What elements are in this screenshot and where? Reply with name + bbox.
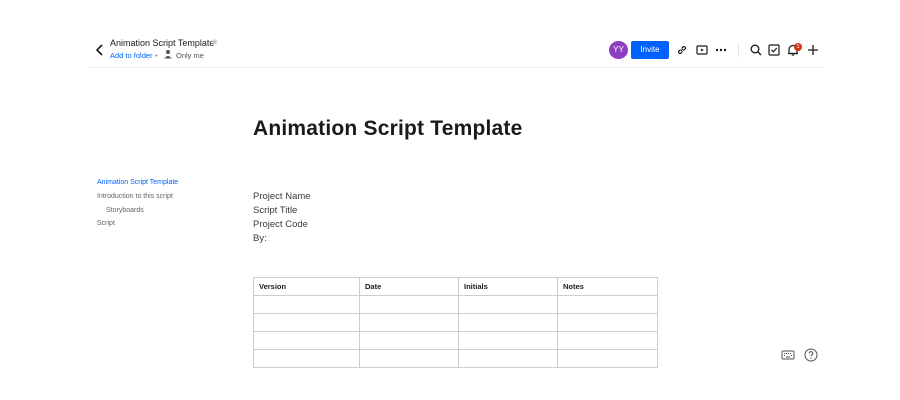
add-to-folder-link[interactable]: Add to folder <box>110 51 153 60</box>
project-code-line[interactable]: Project Code <box>253 219 308 230</box>
search-icon[interactable] <box>749 43 763 57</box>
toc-item-animation-script-template[interactable]: Animation Script Template <box>97 179 178 186</box>
table-row <box>253 349 658 368</box>
by-line[interactable]: By: <box>253 233 267 244</box>
table-cell[interactable] <box>253 349 360 368</box>
table-cell[interactable] <box>253 295 360 314</box>
invite-button[interactable]: Invite <box>631 41 669 59</box>
toc-item-introduction[interactable]: Introduction to this script <box>97 193 173 200</box>
table-header-row: Version Date Initials Notes <box>253 277 658 296</box>
meta-separator: • <box>155 51 158 60</box>
table-cell[interactable] <box>557 331 658 350</box>
avatar[interactable]: YY <box>609 41 628 59</box>
version-table: Version Date Initials Notes <box>253 277 658 368</box>
toc-item-script[interactable]: Script <box>97 220 115 227</box>
table-header-initials[interactable]: Initials <box>458 277 558 296</box>
table-header-version[interactable]: Version <box>253 277 360 296</box>
header-divider-line <box>90 67 822 68</box>
table-cell[interactable] <box>458 313 558 332</box>
table-header-notes[interactable]: Notes <box>557 277 658 296</box>
table-cell[interactable] <box>253 313 360 332</box>
document-title: Animation Script Template <box>110 38 215 48</box>
back-chevron-icon[interactable] <box>92 42 108 58</box>
table-row <box>253 295 658 314</box>
table-cell[interactable] <box>458 331 558 350</box>
notification-badge: 1 <box>794 43 802 51</box>
table-cell[interactable] <box>557 349 658 368</box>
script-title-line[interactable]: Script Title <box>253 205 297 216</box>
table-cell[interactable] <box>359 295 459 314</box>
present-icon[interactable] <box>695 43 709 57</box>
table-row <box>253 331 658 350</box>
table-header-date[interactable]: Date <box>359 277 459 296</box>
table-cell[interactable] <box>557 295 658 314</box>
help-icon[interactable] <box>804 348 818 362</box>
header-divider <box>738 43 739 57</box>
link-icon[interactable] <box>675 43 689 57</box>
table-row <box>253 313 658 332</box>
star-icon[interactable]: ★ <box>210 37 219 49</box>
table-cell[interactable] <box>557 313 658 332</box>
project-name-line[interactable]: Project Name <box>253 191 311 202</box>
table-cell[interactable] <box>359 349 459 368</box>
page-title: Animation Script Template <box>253 117 523 140</box>
plus-icon[interactable] <box>806 43 820 57</box>
table-cell[interactable] <box>458 295 558 314</box>
person-icon <box>164 50 172 59</box>
table-cell[interactable] <box>359 313 459 332</box>
checklist-icon[interactable] <box>767 43 781 57</box>
toc-item-storyboards[interactable]: Storyboards <box>106 207 144 214</box>
table-cell[interactable] <box>359 331 459 350</box>
keyboard-icon[interactable] <box>781 349 795 361</box>
table-cell[interactable] <box>253 331 360 350</box>
sharing-status[interactable]: Only me <box>176 51 204 60</box>
table-cell[interactable] <box>458 349 558 368</box>
more-icon[interactable] <box>714 43 728 57</box>
